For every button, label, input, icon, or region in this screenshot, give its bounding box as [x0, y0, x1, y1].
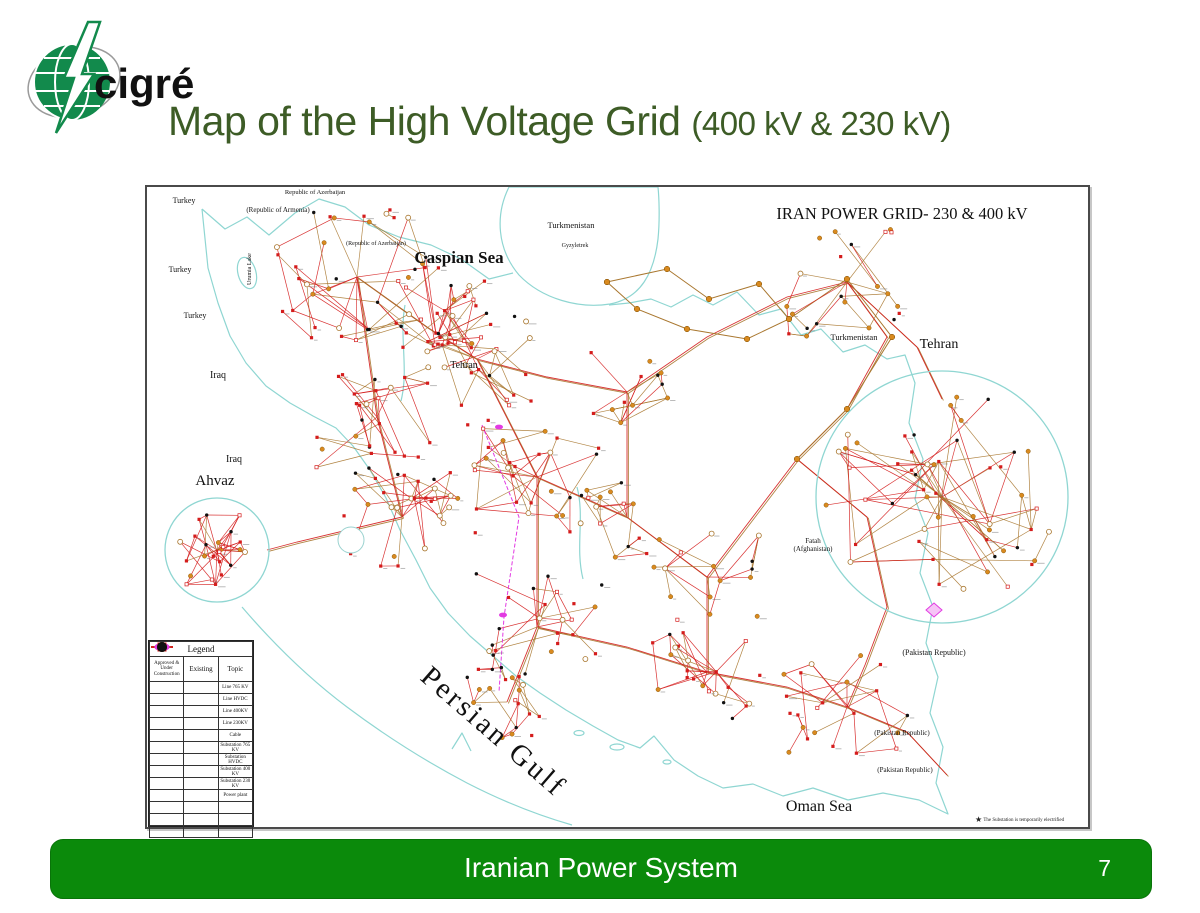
label-caspian-sea: Caspian Sea [414, 248, 504, 267]
legend-row: Cable [150, 730, 253, 742]
legend-symbol-approved-line-icon [150, 694, 184, 706]
legend-topic: Substation 230 KV [218, 778, 252, 790]
legend-symbol-existing-circle-icon [184, 790, 218, 802]
legend-row: Power plant [150, 790, 253, 802]
legend-col-approved: Approved & Under Construction [150, 657, 184, 682]
transmission-corridors [267, 269, 948, 776]
label-turkey-3: Turkey [184, 311, 207, 320]
map-canvas: IRAN POWER GRID- 230 & 400 kV Republic o… [147, 187, 1088, 827]
label-armenia: (Republic of Armenia) [246, 206, 310, 214]
label-iraq-1: Iraq [210, 370, 226, 381]
legend-symbol-existing-line-icon [184, 682, 218, 694]
page-title-main: Map of the High Voltage Grid [168, 98, 691, 144]
label-pakistan-1: (Pakistan Republic) [902, 648, 966, 657]
footer-banner: Iranian Power System 7 [50, 839, 1152, 899]
legend-empty-row [150, 802, 253, 814]
legend-row: Substation HVDC [150, 754, 253, 766]
legend-empty-row [150, 814, 253, 826]
label-tehran-city: Tehran [450, 360, 478, 371]
label-ahvaz: Ahvaz [195, 473, 234, 489]
legend-symbol-approved-circle-icon [150, 754, 184, 766]
legend-symbol-approved-line-icon [150, 718, 184, 730]
legend-symbol-approved-line-icon [150, 706, 184, 718]
page-number: 7 [1098, 855, 1111, 882]
label-fatah-1: Fatah [805, 537, 821, 545]
legend-symbol-approved-ellipse-icon [150, 742, 184, 754]
legend-topic: Substation HVDC [218, 754, 252, 766]
legend-symbol-existing-line-icon [184, 694, 218, 706]
legend-topic: Line HVDC [218, 694, 252, 706]
legend-symbol-existing-line-icon [184, 718, 218, 730]
legend-symbol-approved-circle-icon [150, 790, 184, 802]
legend-symbol-existing-cable-icon [184, 730, 218, 742]
slide: cigré Map of the High Voltage Grid (400 … [0, 0, 1200, 913]
label-pakistan-2: (Pakistan Republic) [874, 729, 930, 737]
label-turkey-2: Turkey [169, 265, 192, 274]
legend-topic: Substation 765 KV [218, 742, 252, 754]
page-title: Map of the High Voltage Grid (400 kV & 2… [168, 98, 951, 145]
star-icon: ★ [975, 815, 982, 824]
legend-topic: Line 230KV [218, 718, 252, 730]
legend-symbol-approved-square-icon [150, 778, 184, 790]
footnote-text: The Substation is temporarily electrifie… [983, 818, 1064, 823]
label-urumia-lake: Urumia Lake [247, 253, 253, 285]
legend-row: Line 230KV [150, 718, 253, 730]
tehran-city-marker [338, 527, 364, 553]
legend-symbol-existing-circle-icon [184, 766, 218, 778]
legend-row: Line HVDC [150, 694, 253, 706]
label-azerbaijan-top: Republic of Azerbaijan [285, 189, 346, 196]
map-footnote: ★ The Substation is temporarily electrif… [975, 815, 1064, 824]
label-iraq-2: Iraq [226, 454, 242, 465]
legend-topic: Cable [218, 730, 252, 742]
label-turkmenistan-1: Turkmenistan [548, 220, 596, 230]
label-azerbaijan-2: (Republic of Azerbaijan) [346, 240, 406, 247]
label-oman-sea: Oman Sea [786, 798, 852, 815]
label-turkey-1: Turkey [173, 196, 196, 205]
legend-row: Substation 400 KV [150, 766, 253, 778]
footer-label: Iranian Power System [51, 852, 1151, 884]
iran-grid-map: IRAN POWER GRID- 230 & 400 kV Republic o… [145, 185, 1090, 829]
label-tehran-inset: Tehran [920, 337, 959, 352]
map-title: IRAN POWER GRID- 230 & 400 kV [776, 204, 1027, 223]
legend-col-topic: Topic [218, 657, 252, 682]
legend-symbol-existing-square-icon [184, 778, 218, 790]
legend-col-existing: Existing [184, 657, 218, 682]
label-persian-gulf: Persian Gulf [414, 660, 572, 803]
legend-row: Line 765 KV [150, 682, 253, 694]
legend-topic: Substation 400 KV [218, 766, 252, 778]
legend-row: Substation 230 KV [150, 778, 253, 790]
legend-symbol-approved-cable-icon [150, 730, 184, 742]
legend-topic: Line 400KV [218, 706, 252, 718]
legend-symbol-existing-circle-icon [184, 754, 218, 766]
legend-empty-row [150, 826, 253, 838]
legend-topic: Power plant [218, 790, 252, 802]
legend-row: Substation 765 KV [150, 742, 253, 754]
legend-symbol-existing-line-icon [184, 706, 218, 718]
page-title-sub: (400 kV & 230 kV) [691, 105, 950, 142]
legend-row: Line 400KV [150, 706, 253, 718]
legend-symbol-approved-circle-icon [150, 766, 184, 778]
label-turkmenistan-2: Turkmenistan [831, 332, 879, 342]
legend-symbol-approved-line-icon [150, 682, 184, 694]
label-gyzyletrek: Gyzyletrek [562, 243, 589, 249]
label-pakistan-3: (Pakistan Republic) [877, 766, 933, 774]
map-legend: Legend Approved & Under Construction Exi… [148, 640, 254, 827]
legend-symbol-existing-ellipse-icon [184, 742, 218, 754]
legend-topic: Line 765 KV [218, 682, 252, 694]
label-fatah-2: (Afghanistan) [794, 545, 834, 553]
